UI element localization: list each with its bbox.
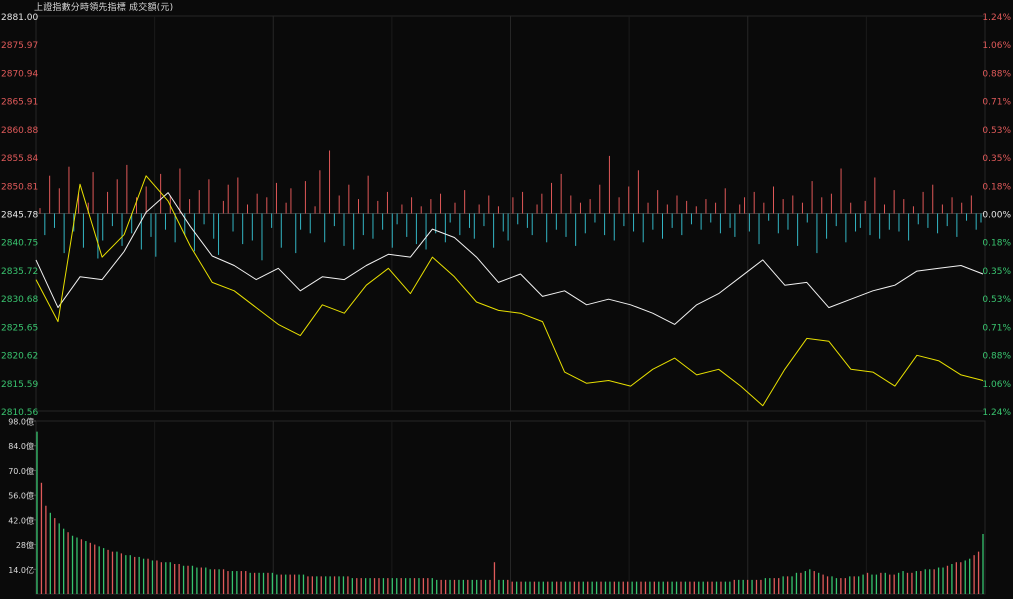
y-tick-label-right: 1.24% <box>982 13 1011 23</box>
y-tick-label-right: 1.06% <box>982 380 1011 390</box>
y-tick-label-left: 2865.91 <box>1 98 38 108</box>
y-tick-label-right: 0.71% <box>982 98 1011 108</box>
y-tick-label-right: 0.35% <box>982 154 1011 164</box>
y-tick-label-left: 2835.72 <box>1 267 38 277</box>
y-tick-label-left: 2881.00 <box>1 13 38 23</box>
y-tick-label-right: 0.18% <box>982 239 1011 249</box>
y-tick-label-left: 2840.75 <box>1 239 38 249</box>
volume-tick-label: 14.0亿 <box>8 565 34 575</box>
y-tick-label-right: 0.00% <box>982 211 1011 221</box>
y-tick-label-left: 2820.62 <box>1 352 38 362</box>
y-tick-label-left: 2845.78 <box>1 211 38 221</box>
intraday-chart: 2881.00 2875.97 2870.94 2865.91 2860.88 2855.… <box>0 0 1013 595</box>
volume-tick-label: 42.0億 <box>8 515 34 525</box>
volume-tick-label: 84.0億 <box>8 441 34 451</box>
chart-canvas: 2881.00 2875.97 2870.94 2865.91 2860.88 2855.… <box>1 13 1011 595</box>
y-tick-label-right: 0.71% <box>982 323 1011 333</box>
y-tick-label-left: 2810.56 <box>1 408 38 418</box>
y-tick-label-right: 1.06% <box>982 41 1011 51</box>
y-tick-label-right: 0.35% <box>982 267 1011 277</box>
volume-tick-label: 28億 <box>16 540 34 550</box>
y-tick-label-left: 2860.88 <box>1 126 38 136</box>
y-tick-label-left: 2830.68 <box>1 295 38 305</box>
y-tick-label-left: 2855.84 <box>1 154 38 164</box>
volume-tick-label: 56.0億 <box>8 491 34 501</box>
y-tick-label-right: 1.24% <box>982 408 1011 418</box>
y-tick-label-left: 2870.94 <box>1 69 38 79</box>
y-tick-label-left: 2850.81 <box>1 182 38 192</box>
y-tick-label-right: 0.88% <box>982 352 1011 362</box>
y-tick-label-right: 0.53% <box>982 295 1011 305</box>
volume-tick-label: 98.0億 <box>8 417 34 427</box>
y-tick-label-right: 0.53% <box>982 126 1011 136</box>
y-tick-label-left: 2875.97 <box>1 41 38 51</box>
chart-title: 上證指數分時領先指標 成交額(元) <box>34 3 174 13</box>
volume-tick-label: 70.0億 <box>8 466 34 476</box>
y-tick-label-right: 0.18% <box>982 182 1011 192</box>
y-tick-label-right: 0.88% <box>982 69 1011 79</box>
y-tick-label-left: 2825.65 <box>1 323 38 333</box>
y-tick-label-left: 2815.59 <box>1 380 38 390</box>
